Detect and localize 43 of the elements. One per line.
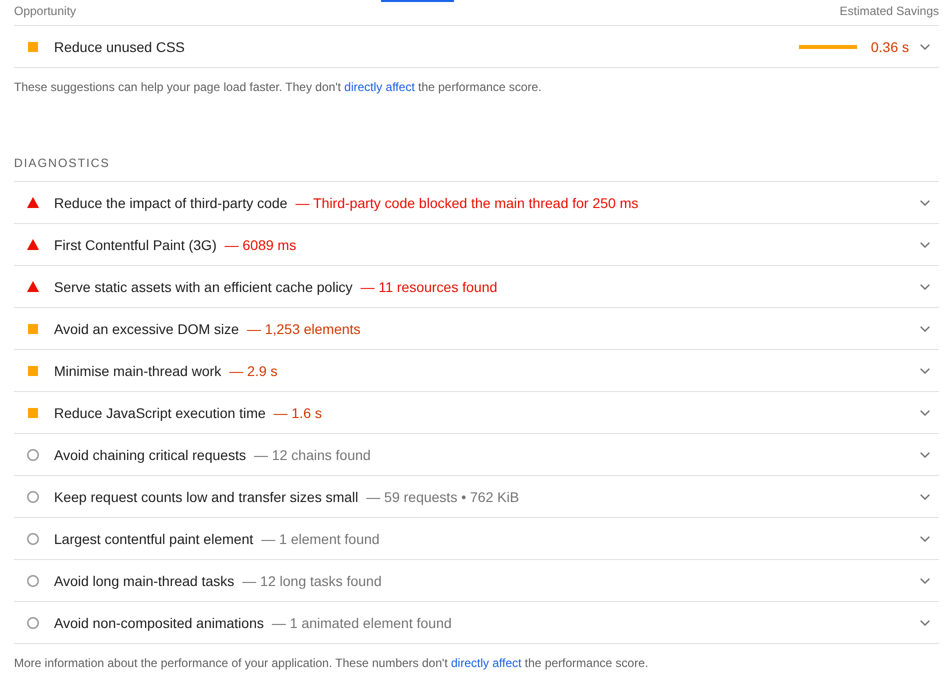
chevron-icon[interactable]	[920, 452, 930, 458]
section-note: These suggestions can help your page load faster. They don't directly affect the performance score.	[14, 79, 543, 95]
audit-title: Avoid long main-thread tasks	[54, 572, 234, 590]
chevron-icon[interactable]	[920, 368, 930, 374]
audit-value: — 12 long tasks found	[242, 572, 382, 590]
audit-value: — 1.6 s	[274, 404, 322, 422]
chevron-icon[interactable]	[920, 44, 930, 50]
chevron-icon[interactable]	[920, 578, 930, 584]
audit-value: — 1,253 elements	[246, 320, 361, 338]
section-note: More information about the performance of your application. These numbers don't directly affect the performance score.	[14, 655, 650, 671]
chevron-icon[interactable]	[920, 284, 930, 290]
audit-value: — 12 chains found	[254, 446, 371, 464]
chevron-icon[interactable]	[920, 620, 930, 626]
audit-title: Avoid chaining critical requests	[54, 446, 246, 464]
chevron-icon[interactable]	[920, 536, 930, 542]
audit-value: — 2.9 s	[229, 362, 278, 380]
text-link[interactable]: directly affect	[344, 80, 415, 94]
audit-title: First Contentful Paint (3G)	[54, 236, 217, 254]
chevron-icon[interactable]	[920, 410, 930, 416]
audit-value: — 1 element found	[261, 530, 380, 548]
audit-title: Reduce unused CSS	[54, 38, 185, 56]
chevron-icon[interactable]	[920, 494, 930, 500]
audit-title: Largest contentful paint element	[54, 530, 254, 548]
audit-value: — 59 requests • 762 KiB	[366, 488, 520, 506]
audit-title: Reduce JavaScript execution time	[54, 404, 266, 422]
audit-title: Serve static assets with an efficient cache policy	[54, 278, 353, 296]
section-heading: DIAGNOSTICS	[14, 155, 110, 171]
column-header: Estimated Savings	[840, 3, 939, 20]
audit-value: — 6089 ms	[224, 236, 296, 254]
audit-title: Avoid non-composited animations	[54, 614, 264, 632]
text-link[interactable]: directly affect	[450, 656, 522, 670]
chevron-icon[interactable]	[920, 242, 930, 248]
audit-title: Avoid an excessive DOM size	[54, 320, 239, 338]
audit-value: — 1 animated element found	[272, 614, 452, 632]
chevron-icon[interactable]	[920, 200, 930, 206]
audit-value: — 11 resources found	[360, 278, 498, 296]
chevron-icon[interactable]	[920, 326, 930, 332]
audit-title: Reduce the impact of third-party code	[54, 194, 288, 212]
column-header: Opportunity	[14, 3, 76, 20]
savings-value: 0.36 s	[870, 38, 909, 56]
audit-title: Keep request counts low and transfer sizes small	[54, 488, 358, 506]
audit-title: Minimise main-thread work	[54, 362, 222, 380]
audit-value: — Third-party code blocked the main thread for 250 ms	[295, 194, 638, 212]
